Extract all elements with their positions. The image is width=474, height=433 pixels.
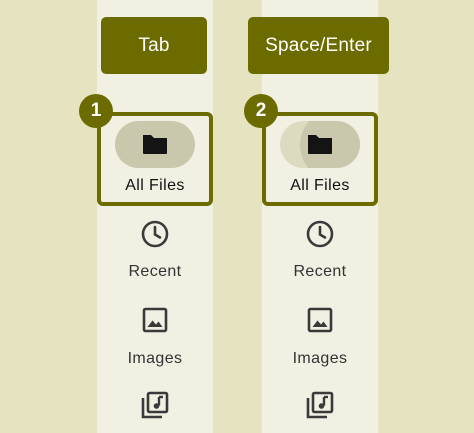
image-icon[interactable] — [305, 305, 335, 335]
image-icon[interactable] — [140, 305, 170, 335]
focus-ring-1 — [97, 112, 213, 206]
step-badge-2: 2 — [244, 94, 278, 128]
clock-icon[interactable] — [140, 219, 170, 249]
audio-library-icon[interactable] — [305, 390, 335, 420]
recent-label-1[interactable]: Recent — [97, 263, 213, 281]
images-label-1[interactable]: Images — [97, 350, 213, 368]
space-enter-key-button: Space/Enter — [248, 17, 389, 74]
clock-icon[interactable] — [305, 219, 335, 249]
images-label-2[interactable]: Images — [262, 350, 378, 368]
audio-library-icon[interactable] — [140, 390, 170, 420]
recent-label-2[interactable]: Recent — [262, 263, 378, 281]
focus-ring-2 — [262, 112, 378, 206]
step-badge-1: 1 — [79, 94, 113, 128]
tab-key-button: Tab — [101, 17, 207, 74]
